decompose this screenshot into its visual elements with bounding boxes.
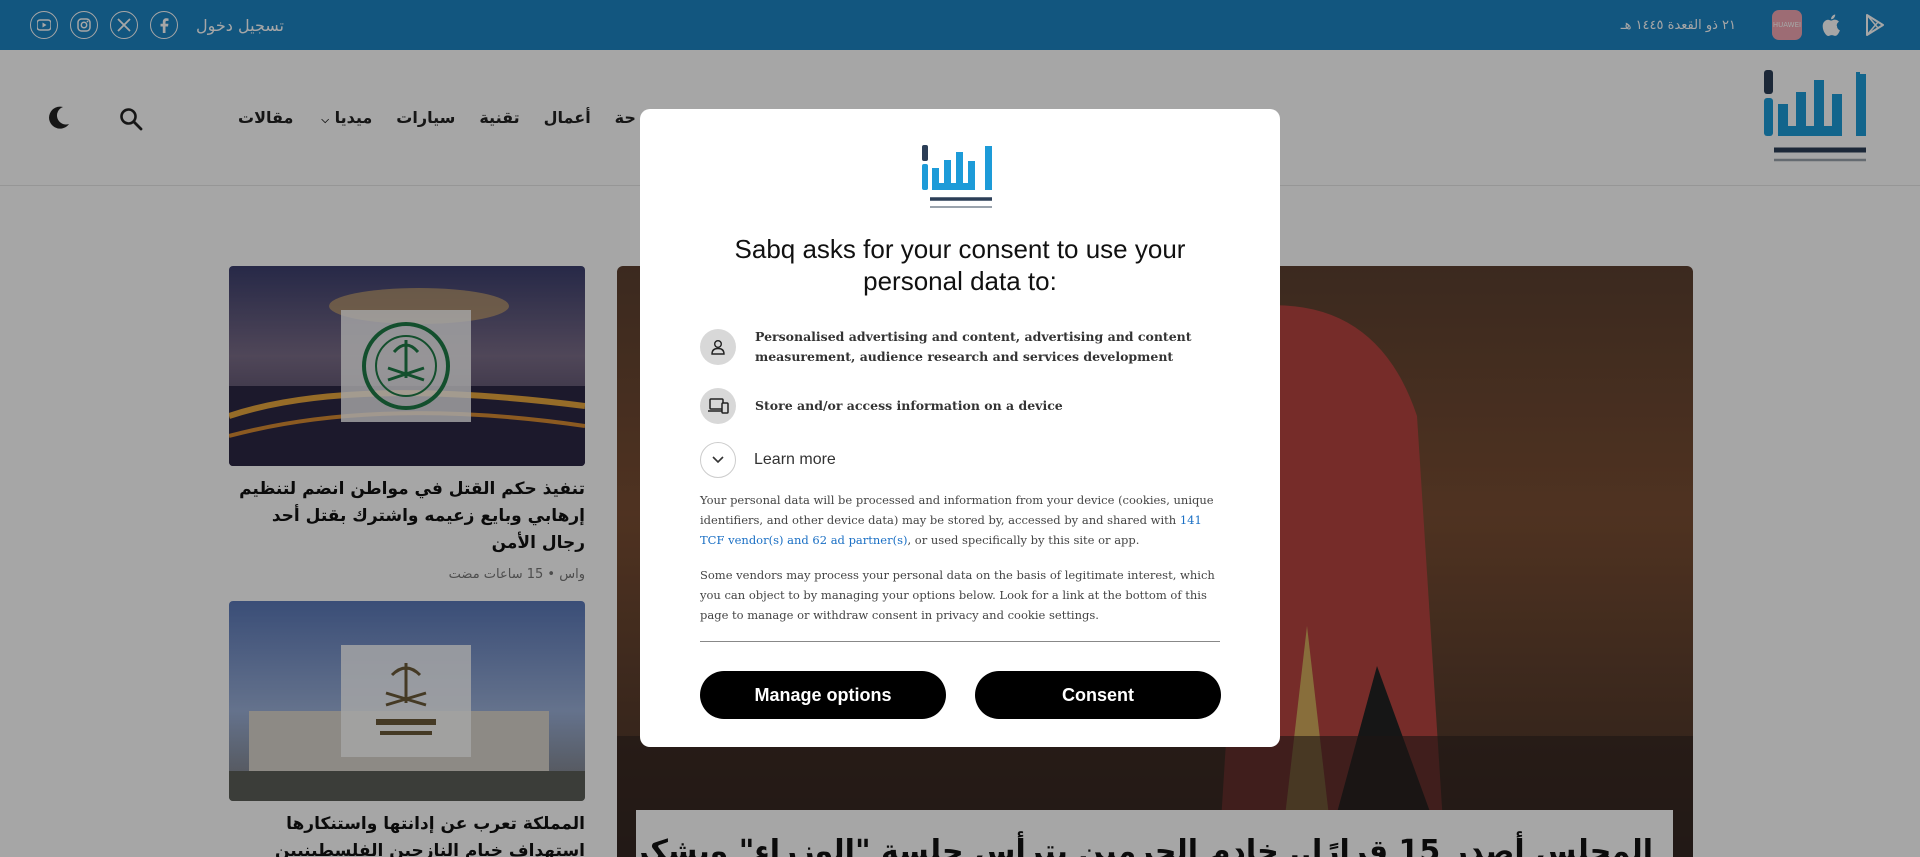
consent-dialog: Sabq asks for your consent to use your p… [640, 109, 1280, 747]
consent-title: Sabq asks for your consent to use your p… [734, 234, 1186, 296]
consent-purpose-text: Personalised advertising and content, ad… [755, 329, 1192, 364]
manage-options-button[interactable]: Manage options [700, 671, 946, 719]
consent-purpose-text: Store and/or access information on a dev… [755, 398, 1063, 413]
learn-more-label[interactable]: Learn more [754, 451, 836, 469]
learn-more-toggle[interactable]: Learn more [700, 442, 836, 478]
consent-paragraph: Some vendors may process your personal d… [700, 568, 1215, 622]
chevron-down-icon[interactable] [700, 442, 736, 478]
consent-purpose-item: Store and/or access information on a dev… [700, 388, 1220, 424]
consent-paragraph: Your personal data will be processed and… [700, 490, 1220, 550]
consent-purpose-item: Personalised advertising and content, ad… [700, 327, 1220, 367]
consent-text: Your personal data will be processed and… [700, 493, 1214, 527]
divider [700, 641, 1220, 642]
consent-text: , or used specifically by this site or a… [907, 533, 1140, 547]
device-icon [700, 388, 736, 424]
person-icon [700, 329, 736, 365]
sabq-logo [922, 145, 992, 208]
consent-button[interactable]: Consent [975, 671, 1221, 719]
